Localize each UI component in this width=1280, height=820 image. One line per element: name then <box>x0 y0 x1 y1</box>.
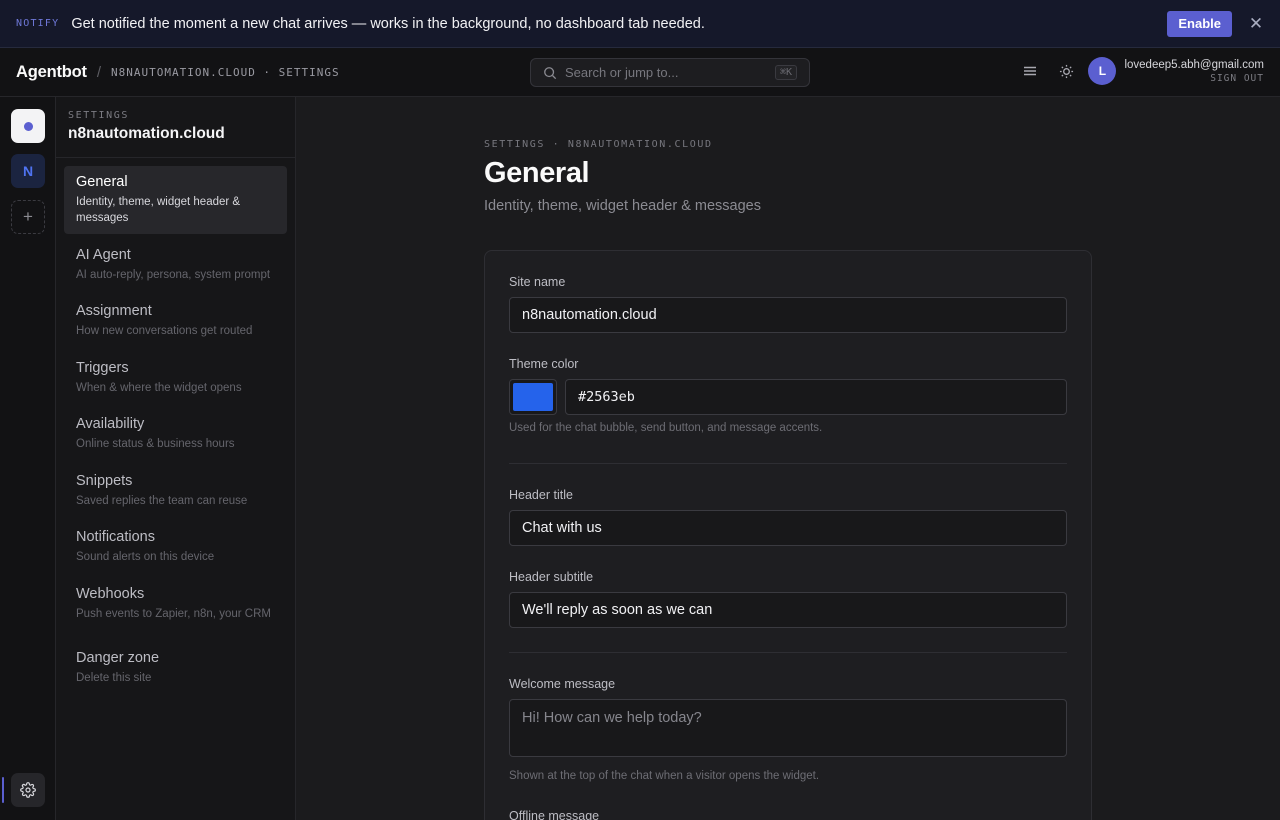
theme-color-picker[interactable] <box>509 379 557 415</box>
nav-item-desc: How new conversations get routed <box>76 325 253 337</box>
add-site-button[interactable]: + <box>11 200 45 234</box>
header-title-field[interactable]: Chat with us <box>509 510 1067 546</box>
search-input[interactable]: Search or jump to... ⌘K <box>530 58 810 87</box>
sign-out-link[interactable]: SIGN OUT <box>1210 73 1264 84</box>
rail-site-current[interactable] <box>11 109 45 143</box>
nav-item-availability[interactable]: Availability Online status & business ho… <box>64 408 287 460</box>
nav-item-title: General <box>76 174 128 190</box>
search-icon <box>544 66 557 79</box>
avatar[interactable]: L <box>1088 57 1117 85</box>
nav-item-desc: Saved replies the team can reuse <box>76 495 248 507</box>
section-divider <box>509 652 1067 653</box>
site-name-label: Site name <box>509 275 566 289</box>
general-settings-card: Site name n8nautomation.cloud Theme colo… <box>484 250 1092 820</box>
nav-item-title: AI Agent <box>76 247 131 263</box>
nav-item-desc: Delete this site <box>76 672 152 684</box>
offline-message-label: Offline message <box>509 809 600 820</box>
nav-item-webhooks[interactable]: Webhooks Push events to Zapier, n8n, you… <box>64 578 287 630</box>
brand-logo[interactable]: Agentbot <box>16 63 87 82</box>
nav-item-danger-zone[interactable]: Danger zone Delete this site <box>64 642 287 694</box>
nav-item-general[interactable]: General Identity, theme, widget header &… <box>64 166 287 234</box>
settings-button[interactable] <box>11 773 45 807</box>
breadcrumb-separator: / <box>96 63 101 81</box>
search-placeholder: Search or jump to... <box>565 65 679 80</box>
nav-item-desc: Sound alerts on this device <box>76 551 215 563</box>
nav-item-desc: Identity, theme, widget header & message… <box>76 196 241 224</box>
nav-item-ai-agent[interactable]: AI Agent AI auto-reply, persona, system … <box>64 239 287 291</box>
page-title: General <box>484 157 590 189</box>
welcome-message-field[interactable]: Hi! How can we help today? <box>509 699 1067 757</box>
user-email: lovedeep5.abh@gmail.com <box>1124 58 1264 71</box>
page-subtitle: Identity, theme, widget header & message… <box>484 198 761 214</box>
header-subtitle-field[interactable]: We'll reply as soon as we can <box>509 592 1067 628</box>
top-bar: Agentbot / N8NAUTOMATION.CLOUD · SETTING… <box>0 48 1280 97</box>
nav-item-snippets[interactable]: Snippets Saved replies the team can reus… <box>64 465 287 517</box>
main-content: SETTINGS · N8NAUTOMATION.CLOUD General I… <box>296 97 1280 820</box>
top-right-controls: L lovedeep5.abh@gmail.com SIGN OUT <box>1022 57 1264 85</box>
gear-icon <box>20 782 36 798</box>
site-rail: N + <box>0 97 56 820</box>
search-shortcut: ⌘K <box>774 65 797 80</box>
nav-item-desc: AI auto-reply, persona, system prompt <box>76 269 271 281</box>
nav-item-assignment[interactable]: Assignment How new conversations get rou… <box>64 295 287 347</box>
user-info: lovedeep5.abh@gmail.com SIGN OUT <box>1124 59 1264 84</box>
nav-item-title: Availability <box>76 416 145 432</box>
page-eyebrow: SETTINGS · N8NAUTOMATION.CLOUD <box>484 139 713 150</box>
nav-item-title: Notifications <box>76 529 155 545</box>
close-icon[interactable]: ✕ <box>1248 14 1264 34</box>
settings-nav-header: SETTINGS n8nautomation.cloud <box>56 97 295 158</box>
theme-color-help: Used for the chat bubble, send button, a… <box>509 422 823 434</box>
theme-color-field[interactable]: #2563eb <box>565 379 1067 415</box>
welcome-message-label: Welcome message <box>509 677 616 691</box>
nav-item-title: Assignment <box>76 303 152 319</box>
theme-color-swatch <box>513 383 553 411</box>
notify-message: Get notified the moment a new chat arriv… <box>71 15 705 32</box>
nav-item-title: Snippets <box>76 473 133 489</box>
nav-item-title: Webhooks <box>76 586 145 602</box>
header-subtitle-label: Header subtitle <box>509 570 594 584</box>
rail-site-n8nautomation[interactable]: N <box>11 154 45 188</box>
breadcrumb[interactable]: N8NAUTOMATION.CLOUD · SETTINGS <box>111 66 340 79</box>
settings-nav-site: n8nautomation.cloud <box>68 125 225 142</box>
nav-item-desc: When & where the widget opens <box>76 382 242 394</box>
menu-icon[interactable] <box>1022 63 1038 79</box>
settings-nav: SETTINGS n8nautomation.cloud General Ide… <box>56 97 296 820</box>
header-title-label: Header title <box>509 488 573 502</box>
theme-color-label: Theme color <box>509 357 579 371</box>
nav-item-desc: Online status & business hours <box>76 438 235 450</box>
settings-nav-label: SETTINGS <box>68 110 129 121</box>
nav-item-desc: Push events to Zapier, n8n, your CRM <box>76 608 271 620</box>
nav-item-title: Triggers <box>76 360 129 376</box>
enable-notifications-button[interactable]: Enable <box>1167 10 1232 37</box>
nav-item-title: Danger zone <box>76 650 160 666</box>
notify-tag: NOTIFY <box>16 18 60 29</box>
nav-item-triggers[interactable]: Triggers When & where the widget opens <box>64 352 287 404</box>
section-divider <box>509 463 1067 464</box>
site-name-field[interactable]: n8nautomation.cloud <box>509 297 1067 333</box>
rail-active-indicator <box>2 777 4 803</box>
welcome-message-help: Shown at the top of the chat when a visi… <box>509 770 820 782</box>
theme-toggle-icon[interactable] <box>1058 63 1074 79</box>
notify-banner: NOTIFY Get notified the moment a new cha… <box>0 0 1280 48</box>
nav-item-notifications[interactable]: Notifications Sound alerts on this devic… <box>64 521 287 573</box>
dot-icon <box>23 121 33 131</box>
